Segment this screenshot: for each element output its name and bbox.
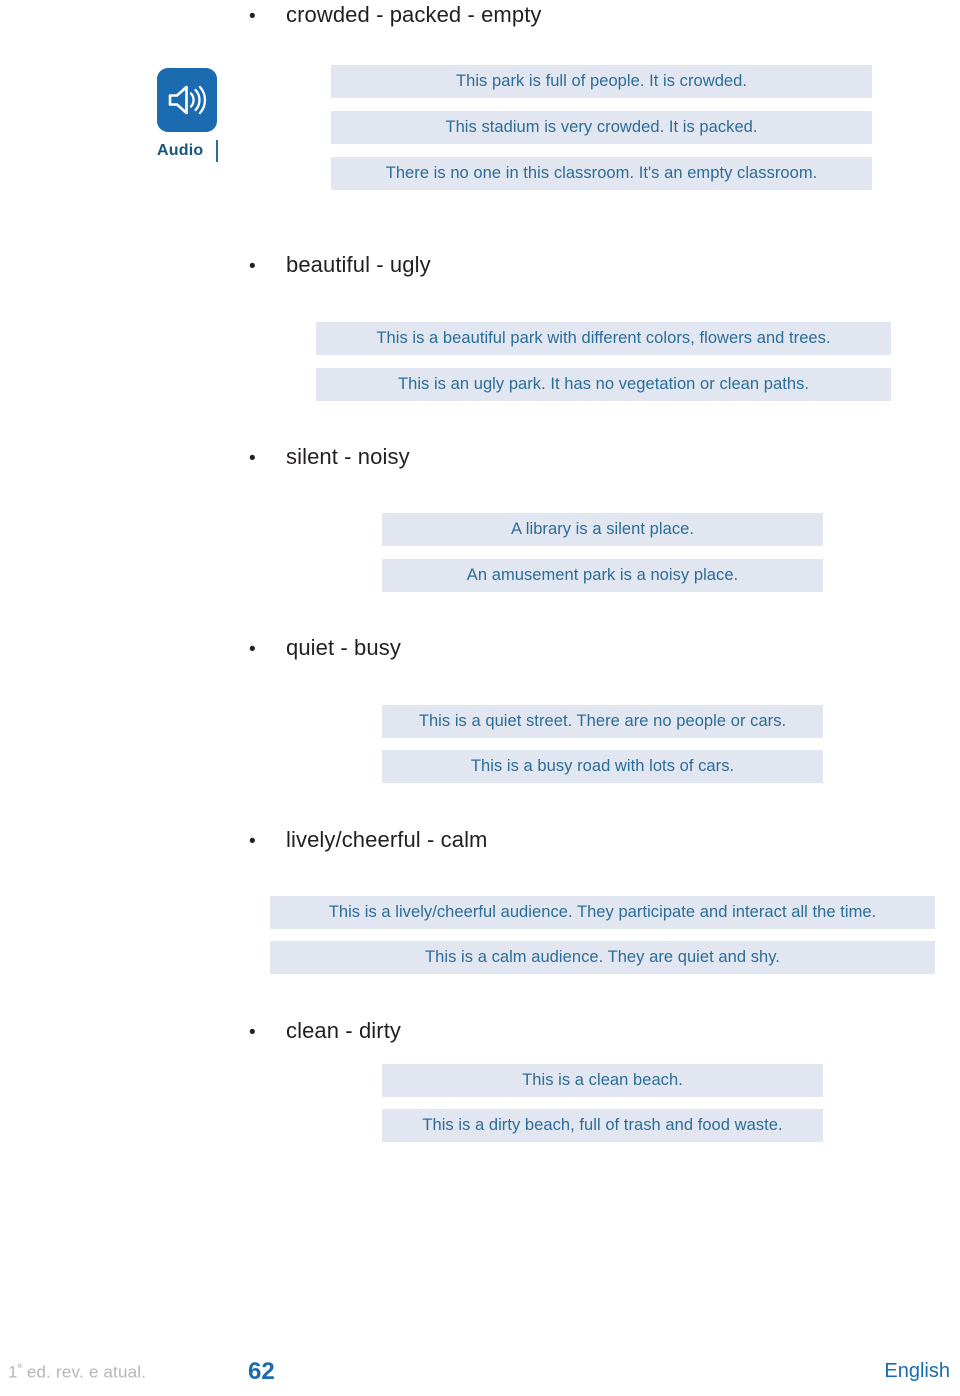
bullet-icon: • — [249, 448, 256, 469]
bullet-icon: • — [249, 639, 256, 660]
bullet-icon: • — [249, 256, 256, 277]
pair-heading-clean-dirty: • clean - dirty — [240, 1018, 401, 1044]
pair-label: clean - dirty — [286, 1018, 402, 1043]
pair-heading-crowded-packed-empty: • crowded - packed - empty — [240, 2, 542, 28]
sentence-strip: This is a quiet street. There are no peo… — [382, 705, 823, 738]
sentence-strip: An amusement park is a noisy place. — [382, 559, 823, 592]
sentence-strip: This is a beautiful park with different … — [316, 322, 891, 355]
footer-language-label: English — [884, 1360, 950, 1382]
footer-edition-text: ed. rev. e atual. — [21, 1362, 147, 1382]
footer-edition-note: 1ª ed. rev. e atual. — [8, 1362, 146, 1383]
audio-caption: Audio — [157, 142, 204, 159]
bullet-icon: • — [249, 6, 256, 27]
page-canvas: • crowded - packed - empty Audio This pa… — [0, 0, 960, 1396]
pair-label: silent - noisy — [286, 444, 410, 469]
pair-label: crowded - packed - empty — [286, 2, 542, 27]
sentence-strip: There is no one in this classroom. It's … — [331, 157, 872, 190]
audio-caption-row: Audio — [157, 140, 253, 162]
sentence-strip: This is an ugly park. It has no vegetati… — [316, 368, 891, 401]
sentence-strip: This is a calm audience. They are quiet … — [270, 941, 935, 974]
page-footer: 1ª ed. rev. e atual. 62 English — [0, 1352, 960, 1396]
sentence-strip: This is a lively/cheerful audience. They… — [270, 896, 935, 929]
bullet-icon: • — [249, 1022, 256, 1043]
sentence-strip: This is a clean beach. — [382, 1064, 823, 1097]
sentence-strip: This is a dirty beach, full of trash and… — [382, 1109, 823, 1142]
audio-block[interactable]: Audio — [157, 68, 253, 162]
sentence-strip: This stadium is very crowded. It is pack… — [331, 111, 872, 144]
pair-label: lively/cheerful - calm — [286, 827, 488, 852]
footer-page-number: 62 — [248, 1358, 275, 1385]
pair-label: quiet - busy — [286, 635, 401, 660]
speaker-audio-icon[interactable] — [157, 68, 217, 132]
pair-heading-lively-cheerful-calm: • lively/cheerful - calm — [240, 827, 487, 853]
sentence-strip: This park is full of people. It is crowd… — [331, 65, 872, 98]
bullet-icon: • — [249, 831, 256, 852]
footer-edition-number: 1 — [8, 1362, 18, 1382]
pair-label: beautiful - ugly — [286, 252, 431, 277]
pair-heading-quiet-busy: • quiet - busy — [240, 635, 401, 661]
sentence-strip: This is a busy road with lots of cars. — [382, 750, 823, 783]
sentence-strip: A library is a silent place. — [382, 513, 823, 546]
pair-heading-beautiful-ugly: • beautiful - ugly — [240, 252, 431, 278]
audio-tick-divider — [216, 140, 219, 162]
pair-heading-silent-noisy: • silent - noisy — [240, 444, 410, 470]
